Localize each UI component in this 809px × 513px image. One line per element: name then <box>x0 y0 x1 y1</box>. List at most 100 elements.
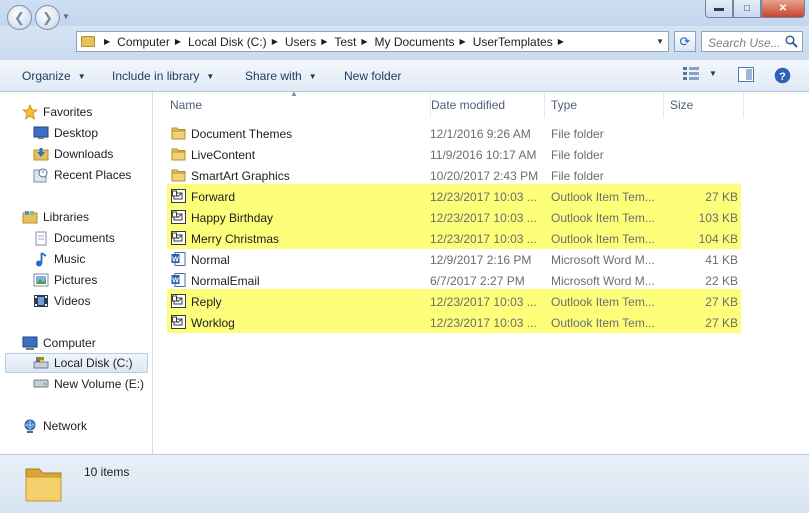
nav-recent-places[interactable]: Recent Places <box>33 165 131 185</box>
back-button[interactable]: ❮ <box>7 5 32 30</box>
file-name: Worklog <box>191 316 235 330</box>
column-header-type[interactable]: Type <box>545 92 664 118</box>
file-date-modified: 12/23/2017 10:03 ... <box>430 316 537 330</box>
column-header-date-modified[interactable]: Date modified <box>425 92 545 118</box>
maximize-button[interactable]: □ <box>733 0 761 18</box>
nav-new-volume[interactable]: New Volume (E:) <box>33 374 144 394</box>
chevron-right-icon[interactable]: ▶ <box>175 37 181 46</box>
file-name: SmartArt Graphics <box>191 169 290 183</box>
file-name: LiveContent <box>191 148 256 162</box>
file-size: 27 KB <box>705 316 738 330</box>
svg-text:?: ? <box>779 71 786 83</box>
nav-network[interactable]: Network <box>22 416 87 436</box>
file-row[interactable]: Happy Birthday 12/23/2017 10:03 ... Outloo… <box>153 207 809 228</box>
nav-videos[interactable]: Videos <box>33 291 90 311</box>
chevron-down-icon: ▼ <box>709 69 717 78</box>
file-type: File folder <box>551 169 604 183</box>
file-row[interactable]: Document Themes 12/1/2016 9:26 AM File fol… <box>153 123 809 144</box>
chevron-right-icon[interactable]: ▶ <box>558 37 564 46</box>
maximize-icon: □ <box>743 3 751 14</box>
breadcrumb-users[interactable]: Users ▶ <box>285 35 335 49</box>
recent-places-icon <box>33 167 49 183</box>
change-view-button[interactable]: ▼ <box>683 67 717 80</box>
file-row[interactable]: Worklog 12/23/2017 10:03 ... Outlook Item … <box>153 312 809 333</box>
file-row[interactable]: Merry Christmas 12/23/2017 10:03 ... Outlo… <box>153 228 809 249</box>
file-row[interactable]: W Normal 12/9/2017 2:16 PM Microsoft Word M… <box>153 249 809 270</box>
pictures-icon <box>33 272 49 288</box>
outlook-template-icon <box>171 294 186 308</box>
chevron-right-icon[interactable]: ▶ <box>104 37 110 46</box>
nav-downloads[interactable]: Downloads <box>33 144 113 164</box>
sort-ascending-icon: ▲ <box>290 89 298 98</box>
file-date-modified: 11/9/2016 10:17 AM <box>430 148 537 162</box>
breadcrumb-user-templates[interactable]: UserTemplates ▶ <box>473 35 571 49</box>
folder-icon <box>81 36 95 47</box>
file-type: File folder <box>551 148 604 162</box>
nav-documents[interactable]: Documents <box>33 228 115 248</box>
chevron-right-icon[interactable]: ▶ <box>460 37 466 46</box>
chevron-down-icon[interactable]: ▼ <box>656 37 664 46</box>
recent-pages-dropdown[interactable]: ▼ <box>62 12 70 21</box>
back-arrow-icon: ❮ <box>14 9 25 25</box>
breadcrumb-test[interactable]: Test ▶ <box>334 35 374 49</box>
column-header-size[interactable]: Size <box>664 92 744 118</box>
chevron-right-icon[interactable]: ▶ <box>361 37 367 46</box>
file-date-modified: 10/20/2017 2:43 PM <box>430 169 539 183</box>
file-type: Microsoft Word M... <box>551 274 655 288</box>
folder-icon <box>171 147 186 161</box>
local-disk-icon <box>33 355 49 371</box>
nav-computer[interactable]: Computer <box>22 333 96 353</box>
file-type: Outlook Item Tem... <box>551 190 655 204</box>
file-row[interactable]: W NormalEmail 6/7/2017 2:27 PM Microsoft Wo… <box>153 270 809 291</box>
nav-libraries[interactable]: Libraries <box>22 207 89 227</box>
nav-pictures[interactable]: Pictures <box>33 270 97 290</box>
refresh-button[interactable]: ⟳ <box>674 31 696 52</box>
preview-pane-button[interactable] <box>738 67 754 82</box>
file-type: Outlook Item Tem... <box>551 295 655 309</box>
help-button[interactable]: ? <box>774 67 791 84</box>
minimize-button[interactable]: ▬ <box>705 0 733 18</box>
outlook-template-icon <box>171 315 186 329</box>
file-row[interactable]: LiveContent 11/9/2016 10:17 AM File folder <box>153 144 809 165</box>
close-button[interactable]: ✕ <box>761 0 805 18</box>
file-type: Outlook Item Tem... <box>551 211 655 225</box>
share-with-button[interactable]: Share with ▼ <box>245 69 317 83</box>
breadcrumb-my-documents[interactable]: My Documents ▶ <box>375 35 473 49</box>
breadcrumb-computer[interactable]: Computer ▶ <box>117 35 188 49</box>
folder-icon <box>25 468 62 502</box>
preview-pane-icon <box>738 67 754 82</box>
music-icon <box>33 251 49 267</box>
nav-desktop[interactable]: Desktop <box>33 123 98 143</box>
file-size: 104 KB <box>698 232 738 246</box>
new-folder-button[interactable]: New folder <box>344 69 401 83</box>
view-details-icon <box>683 67 699 80</box>
breadcrumb-local-disk[interactable]: Local Disk (C:) ▶ <box>188 35 285 49</box>
star-icon <box>22 104 38 120</box>
navigation-pane: Favorites Desktop Downloads Recent Place… <box>0 92 153 454</box>
search-box[interactable] <box>701 31 803 52</box>
nav-music[interactable]: Music <box>33 249 85 269</box>
minimize-icon: ▬ <box>714 3 724 14</box>
address-bar[interactable]: ▶ Computer ▶ Local Disk (C:) ▶ Users ▶ Test… <box>76 31 669 52</box>
nav-local-disk[interactable]: Local Disk (C:) <box>5 353 148 373</box>
file-row[interactable]: SmartArt Graphics 10/20/2017 2:43 PM File … <box>153 165 809 186</box>
file-date-modified: 12/23/2017 10:03 ... <box>430 295 537 309</box>
file-date-modified: 12/9/2017 2:16 PM <box>430 253 532 267</box>
window-controls: ▬ □ ✕ <box>705 0 805 18</box>
folder-icon <box>171 168 186 182</box>
include-in-library-button[interactable]: Include in library ▼ <box>112 69 214 83</box>
forward-button[interactable]: ❯ <box>35 5 60 30</box>
command-bar: Organize ▼ Include in library ▼ Share with… <box>0 60 809 92</box>
chevron-right-icon[interactable]: ▶ <box>321 37 327 46</box>
file-row[interactable]: Forward 12/23/2017 10:03 ... Outlook Item … <box>153 186 809 207</box>
file-date-modified: 6/7/2017 2:27 PM <box>430 274 525 288</box>
search-input[interactable] <box>706 33 788 52</box>
file-row[interactable]: Reply 12/23/2017 10:03 ... Outlook Item Te… <box>153 291 809 312</box>
nav-favorites[interactable]: Favorites <box>22 102 92 122</box>
forward-arrow-icon: ❯ <box>42 9 53 25</box>
file-size: 41 KB <box>705 253 738 267</box>
organize-button[interactable]: Organize ▼ <box>22 69 86 83</box>
chevron-right-icon[interactable]: ▶ <box>272 37 278 46</box>
outlook-template-icon <box>171 231 186 245</box>
libraries-icon <box>22 209 38 225</box>
